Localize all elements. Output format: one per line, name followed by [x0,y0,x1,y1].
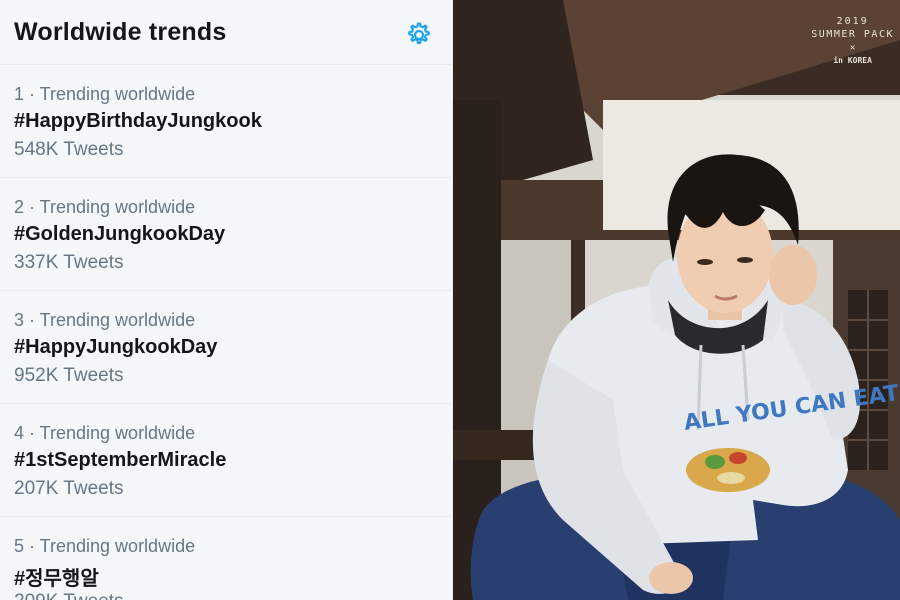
gear-icon[interactable] [404,20,434,50]
trend-name[interactable]: #HappyBirthdayJungkook [14,110,262,133]
trend-tweet-count: 207K Tweets [14,478,124,499]
trend-item-3[interactable]: 3 · Trending worldwide #HappyJungkookDay… [0,291,452,404]
trend-meta: 4 · Trending worldwide [14,423,196,443]
trend-name[interactable]: #정무행알 [14,562,99,591]
caption-title: SUMMER PACK [811,29,894,40]
trend-name[interactable]: #GoldenJungkookDay [14,223,225,246]
trend-meta: 3 · Trending worldwide [14,310,196,330]
trend-name[interactable]: #HappyJungkookDay [14,336,217,359]
trend-tweet-count: 548K Tweets [14,139,124,160]
trend-item-2[interactable]: 2 · Trending worldwide #GoldenJungkookDa… [0,178,452,291]
trend-meta: 5 · Trending worldwide [14,536,196,556]
photo-illustration: ALL YOU CAN EAT O [453,0,900,600]
trend-meta: 1 · Trending worldwide [14,84,196,104]
trend-tweet-count: 209K Tweets [14,591,124,600]
trend-item-5[interactable]: 5 · Trending worldwide #정무행알 209K Tweets [0,517,452,600]
trend-meta: 2 · Trending worldwide [14,197,196,217]
caption-mark: ✕ [849,43,856,53]
trends-title: Worldwide trends [14,18,227,46]
photo-caption: 2019 SUMMER PACK ✕ in KOREA [811,16,894,65]
caption-location: in KOREA [833,56,872,65]
worldwide-trends-panel: Worldwide trends 1 · Trending worldwide … [0,0,453,600]
trends-header: Worldwide trends [0,0,452,65]
trend-item-1[interactable]: 1 · Trending worldwide #HappyBirthdayJun… [0,65,452,178]
trend-item-4[interactable]: 4 · Trending worldwide #1stSeptemberMira… [0,404,452,517]
profile-photo: ALL YOU CAN EAT O 2019 SUMMER PACK ✕ in … [453,0,900,600]
trend-tweet-count: 952K Tweets [14,365,124,386]
caption-year: 2019 [836,16,869,27]
trend-name[interactable]: #1stSeptemberMiracle [14,449,226,472]
trend-tweet-count: 337K Tweets [14,252,124,273]
